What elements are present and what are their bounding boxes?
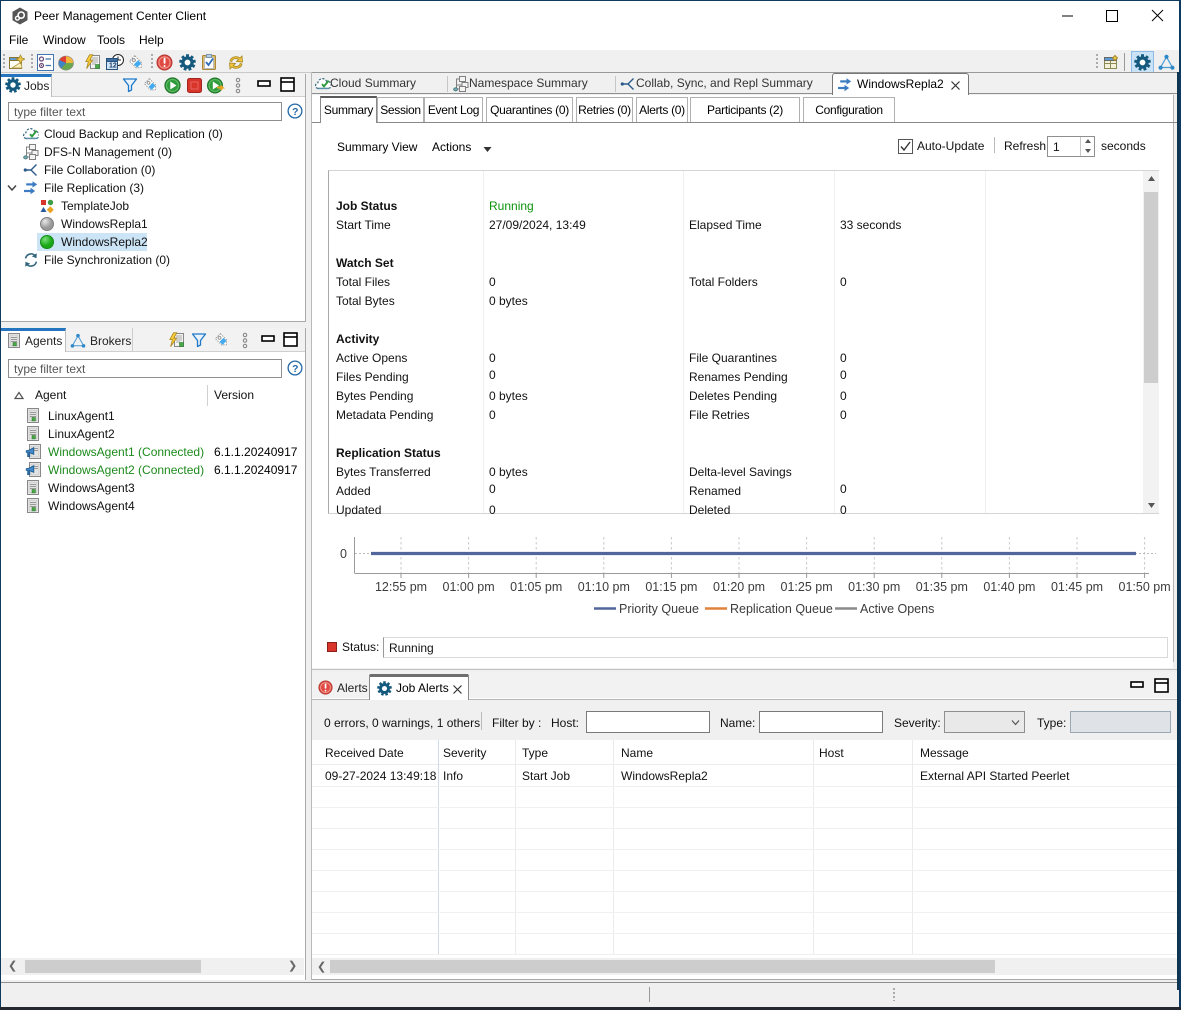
svg-text:01:35 pm: 01:35 pm [916,580,968,594]
svg-text:01:10 pm: 01:10 pm [578,580,630,594]
svg-text:12: 12 [109,63,117,70]
svg-text:0: 0 [340,547,347,561]
svg-text:12:55 pm: 12:55 pm [375,580,427,594]
svg-text:01:25 pm: 01:25 pm [781,580,833,594]
svg-text:01:05 pm: 01:05 pm [510,580,562,594]
svg-text:Replication Queue: Replication Queue [730,602,833,616]
svg-text:Active Opens: Active Opens [860,602,934,616]
svg-text:?: ? [292,107,298,118]
svg-text:01:15 pm: 01:15 pm [645,580,697,594]
svg-text:01:40 pm: 01:40 pm [983,580,1035,594]
svg-text:01:00 pm: 01:00 pm [443,580,495,594]
svg-text:01:30 pm: 01:30 pm [848,580,900,594]
svg-text:01:45 pm: 01:45 pm [1051,580,1103,594]
svg-text:01:50 pm: 01:50 pm [1119,580,1171,594]
svg-text:01:20 pm: 01:20 pm [713,580,765,594]
svg-text:Priority Queue: Priority Queue [619,602,699,616]
svg-text:?: ? [292,364,298,375]
